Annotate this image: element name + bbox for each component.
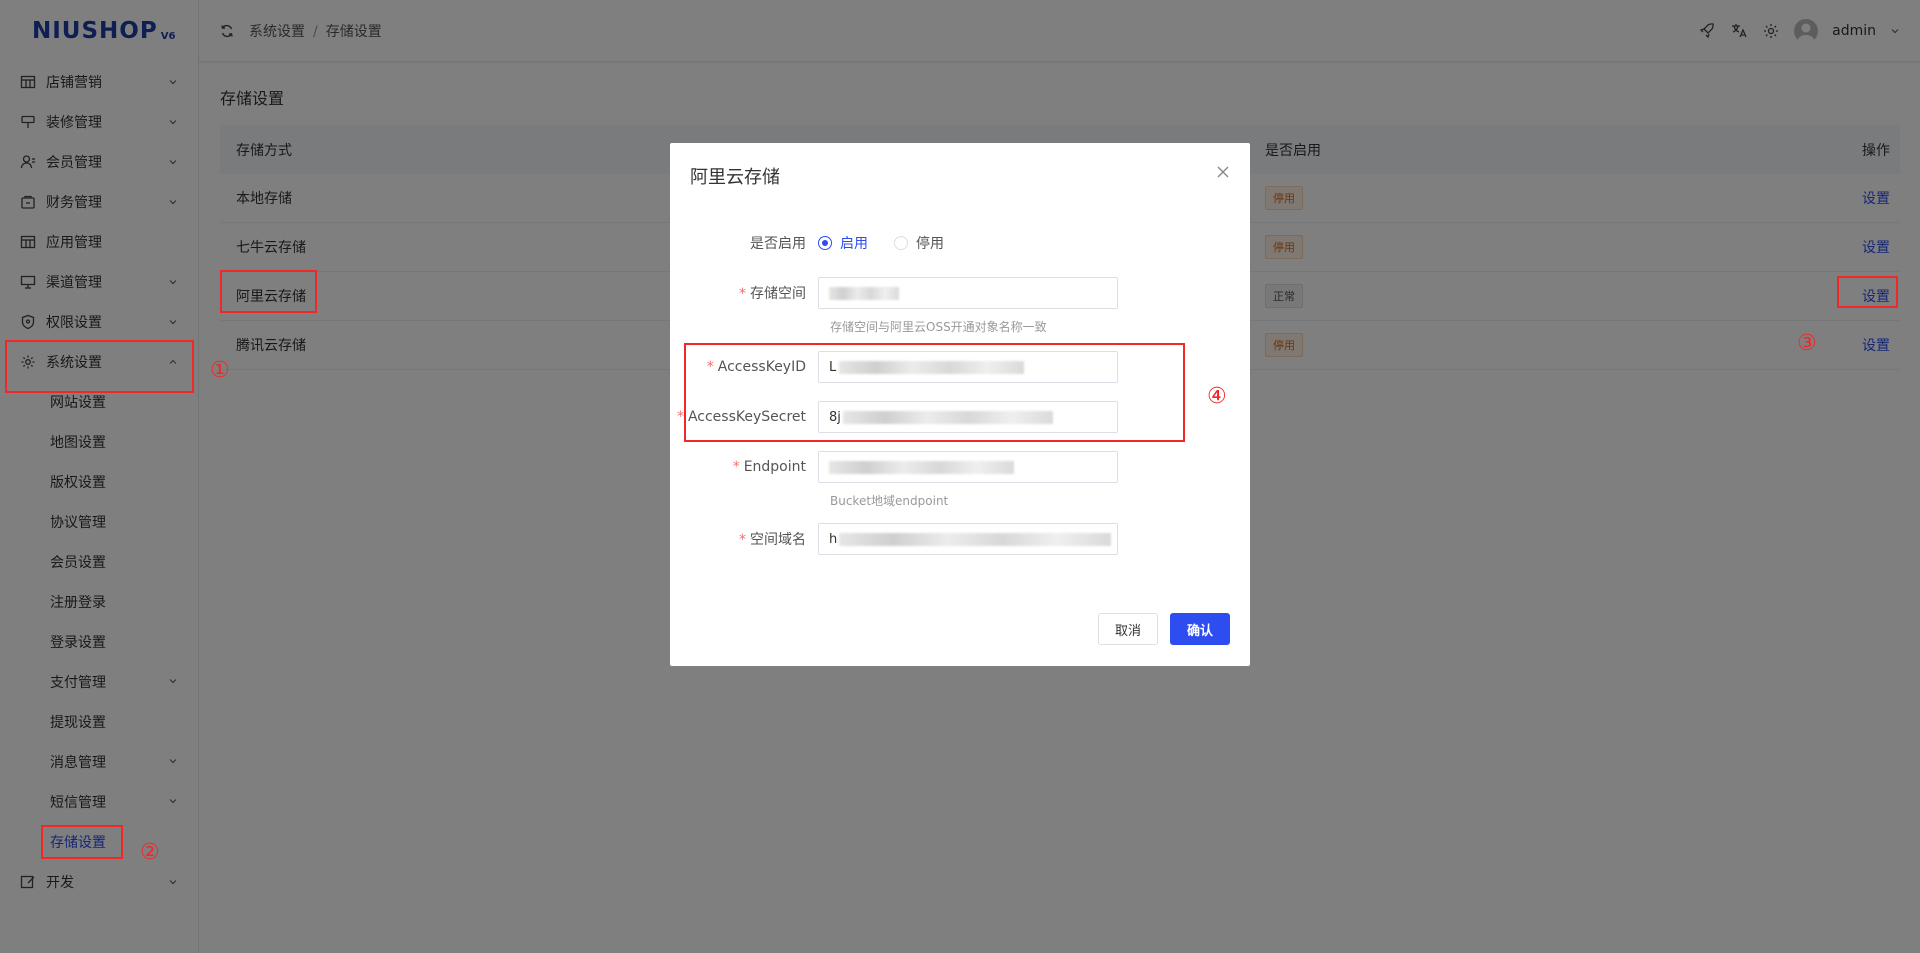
- annotation-box-settings-link: [1837, 276, 1898, 308]
- annotation-box-access-keys: [684, 343, 1185, 442]
- radio-enable[interactable]: 启用: [818, 233, 868, 253]
- annotation-number: ①: [210, 358, 230, 383]
- confirm-button[interactable]: 确认: [1170, 613, 1230, 645]
- bucket-label: 存储空间: [750, 286, 806, 302]
- endpoint-input[interactable]: [818, 451, 1118, 483]
- dialog-title: 阿里云存储: [690, 167, 780, 188]
- annotation-box-system-settings: [5, 340, 194, 393]
- domain-value: h: [829, 531, 838, 547]
- annotation-box-aliyun-row: [220, 270, 317, 313]
- annotation-number: ④: [1207, 384, 1227, 409]
- enable-label: 是否启用: [750, 236, 806, 252]
- annotation-number: ③: [1797, 331, 1817, 356]
- bucket-row: * 存储空间: [670, 277, 1250, 309]
- domain-row: * 空间域名 h: [670, 523, 1250, 555]
- radio-label: 停用: [916, 236, 944, 252]
- close-icon[interactable]: [1216, 165, 1230, 179]
- endpoint-label: Endpoint: [743, 459, 806, 475]
- domain-label: 空间域名: [750, 532, 806, 548]
- enable-radio-group: 启用 停用: [818, 233, 962, 253]
- domain-input[interactable]: h: [818, 523, 1118, 555]
- enable-row: 是否启用 启用 停用: [670, 227, 1250, 259]
- annotation-box-storage-settings: [41, 825, 123, 859]
- cancel-button[interactable]: 取消: [1098, 613, 1158, 645]
- annotation-number: ②: [140, 840, 160, 865]
- radio-disable[interactable]: 停用: [894, 233, 944, 253]
- bucket-input[interactable]: [818, 277, 1118, 309]
- endpoint-hint: Bucket地域endpoint: [830, 494, 949, 508]
- radio-label: 启用: [840, 236, 868, 252]
- endpoint-row: * Endpoint: [670, 451, 1250, 483]
- bucket-hint: 存储空间与阿里云OSS开通对象名称一致: [830, 320, 1047, 334]
